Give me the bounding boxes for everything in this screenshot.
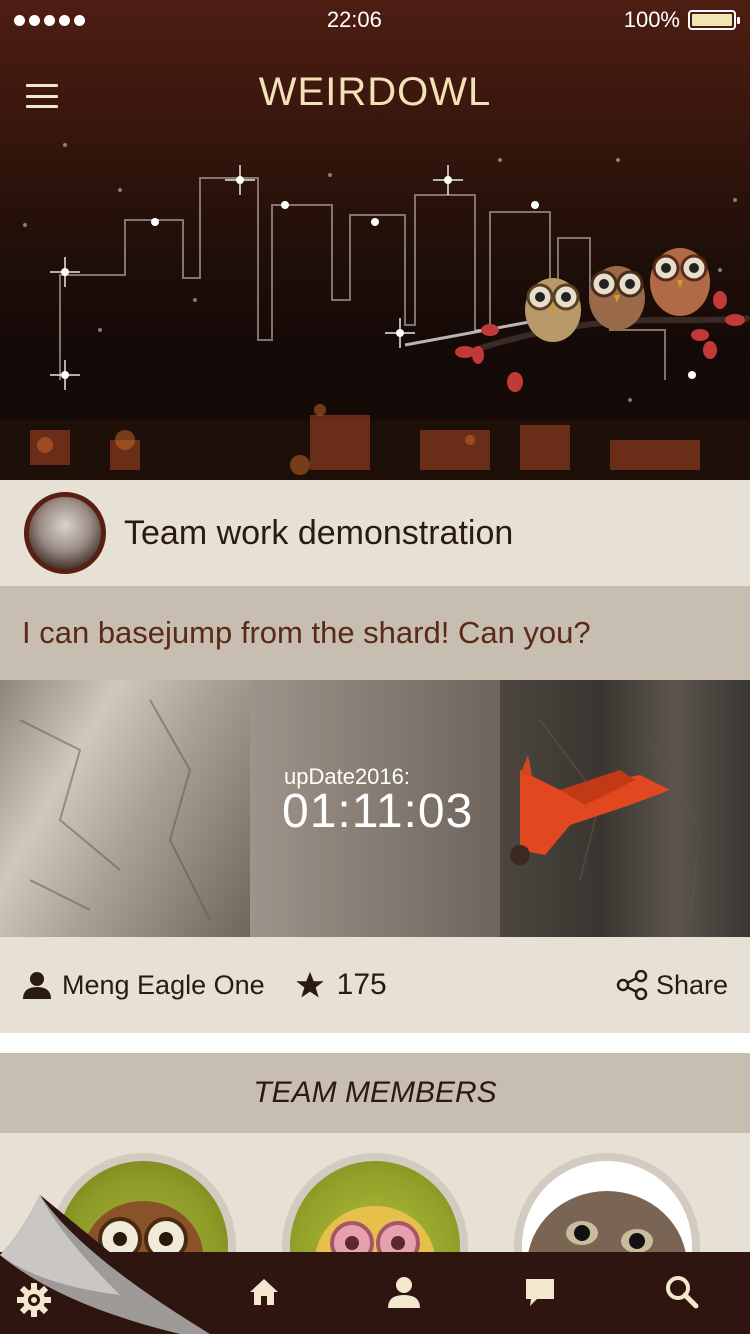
author-info[interactable]: Meng Eagle One — [22, 970, 265, 1001]
share-button[interactable]: Share — [616, 970, 728, 1001]
jumper-figure — [510, 755, 670, 865]
team-member-avatar[interactable] — [282, 1153, 468, 1253]
author-name: Meng Eagle One — [62, 969, 265, 1000]
share-label: Share — [655, 969, 728, 1000]
gear-icon[interactable] — [14, 1280, 54, 1320]
video-thumbnail[interactable]: upDate2016: 01:11:03 — [0, 680, 750, 937]
owl-1 — [525, 278, 581, 342]
user-icon — [23, 972, 51, 999]
post-meta-bar: Meng Eagle One 175 Share — [0, 937, 750, 1033]
team-members-header: TEAM MEMBERS — [0, 1053, 750, 1133]
home-icon[interactable] — [244, 1272, 284, 1312]
star-icon — [295, 971, 324, 998]
battery-icon — [688, 10, 740, 30]
owl-avatar-yellow — [315, 1206, 435, 1253]
post-caption: I can basejump from the shard! Can you? — [22, 615, 591, 650]
team-members-title: TEAM MEMBERS — [253, 1076, 497, 1109]
profile-icon[interactable] — [384, 1272, 424, 1312]
post-title: Team work demonstration — [124, 513, 514, 552]
signal-strength-icon — [14, 14, 85, 26]
owl-3 — [650, 248, 710, 316]
share-icon — [616, 970, 648, 1000]
owl-2 — [589, 266, 645, 330]
status-bar: 22:06 100% — [0, 0, 750, 40]
star-count: 175 — [336, 968, 387, 1001]
star-rating[interactable]: 175 — [295, 968, 387, 1002]
team-member-avatar[interactable] — [514, 1153, 700, 1253]
app-title: WEIRDOWL — [258, 70, 492, 114]
search-icon[interactable] — [662, 1272, 702, 1312]
chat-icon[interactable] — [520, 1272, 560, 1312]
caption-bar: I can basejump from the shard! Can you? — [0, 586, 750, 680]
status-time: 22:06 — [326, 7, 382, 32]
owl-avatar-photo — [528, 1191, 686, 1253]
avatar[interactable] — [24, 492, 106, 574]
post-header: Team work demonstration — [0, 480, 750, 586]
countdown-timer: 01:11:03 — [282, 785, 474, 838]
divider — [0, 1033, 750, 1053]
battery-percent: 100% — [623, 7, 680, 32]
